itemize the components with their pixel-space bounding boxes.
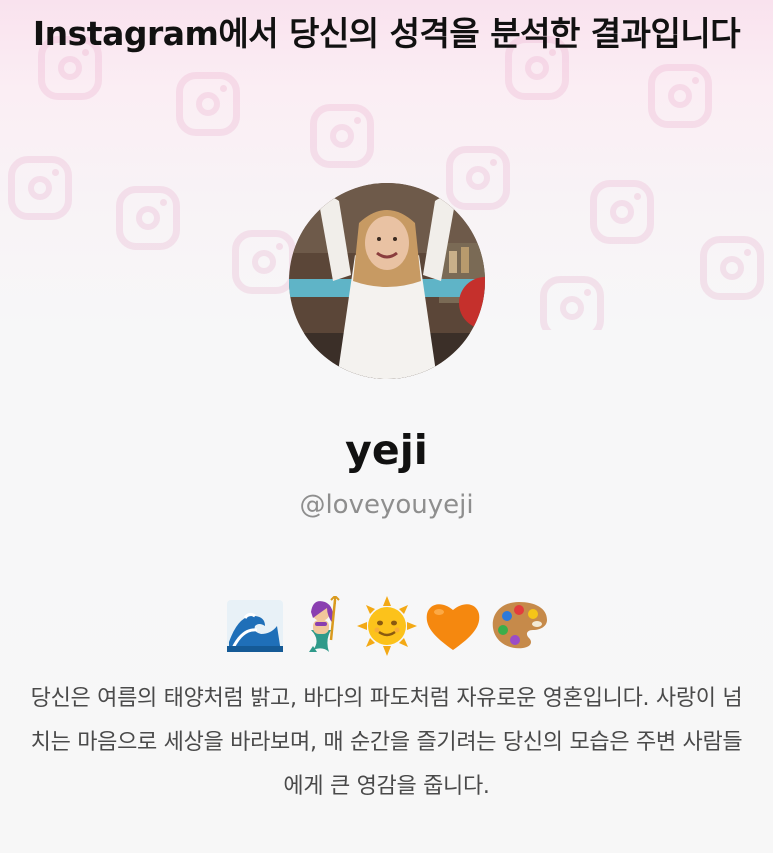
- instagram-logo-icon: [590, 180, 654, 244]
- profile-handle: @loveyouyeji: [299, 490, 474, 520]
- instagram-logo-icon: [232, 230, 296, 294]
- wave-emoji-icon: [226, 600, 283, 652]
- profile-avatar: [289, 183, 485, 379]
- mermaid-emoji-icon: [308, 596, 340, 652]
- instagram-logo-icon: [116, 186, 180, 250]
- orange-heart-emoji-icon: [426, 604, 479, 650]
- instagram-logo-icon: [540, 276, 604, 330]
- profile-photo-icon: [289, 183, 485, 379]
- instagram-logo-icon: [648, 64, 712, 128]
- page-title: Instagram에서 당신의 성격을 분석한 결과입니다: [32, 14, 741, 53]
- sun-face-emoji-icon: [356, 596, 417, 656]
- instagram-logo-icon: [310, 104, 374, 168]
- instagram-logo-icon: [446, 146, 510, 210]
- instagram-logo-icon: [176, 72, 240, 136]
- personality-description: 당신은 여름의 태양처럼 밝고, 바다의 파도처럼 자유로운 영혼입니다. 사랑…: [30, 686, 743, 799]
- instagram-logo-icon: [700, 236, 764, 300]
- emoji-row: [0, 596, 773, 656]
- instagram-logo-icon: [8, 156, 72, 220]
- profile-name: yeji: [345, 426, 428, 474]
- artist-palette-emoji-icon: [492, 602, 547, 649]
